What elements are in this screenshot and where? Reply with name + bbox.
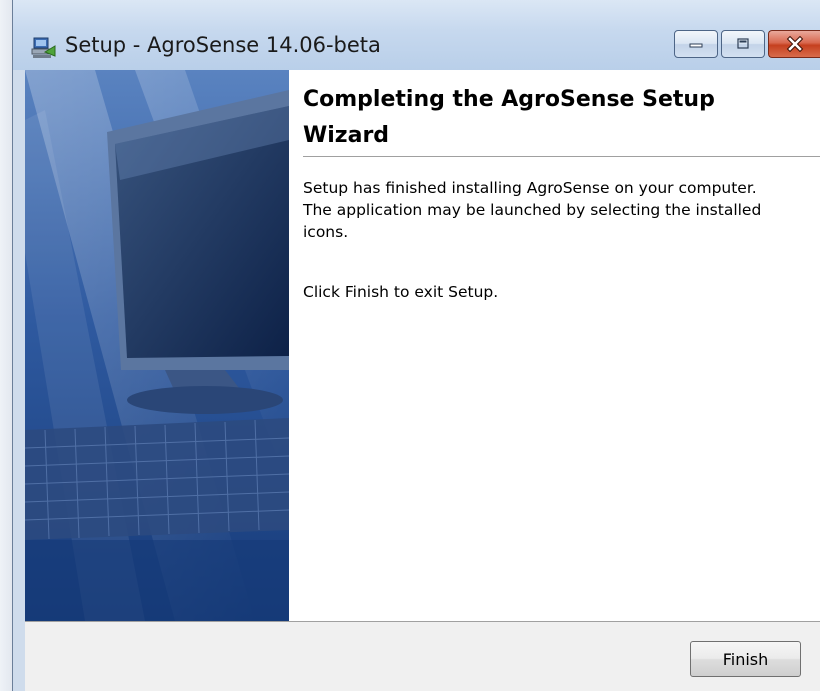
close-button[interactable]: [768, 30, 820, 58]
title-bar[interactable]: Setup - AgroSense 14.06-beta: [13, 0, 820, 70]
wizard-text-pane: Completing the AgroSense Setup Wizard Se…: [289, 70, 820, 621]
window-controls: [671, 30, 820, 58]
finish-button[interactable]: Finish: [690, 641, 801, 677]
close-icon: [786, 36, 804, 52]
minimize-button[interactable]: [674, 30, 718, 58]
heading-divider: [303, 156, 820, 158]
wizard-content: Completing the AgroSense Setup Wizard Se…: [25, 70, 820, 621]
setup-window: Setup - AgroSense 14.06-beta Completing …: [12, 0, 820, 691]
wizard-side-image: [25, 70, 289, 621]
maximize-button[interactable]: [721, 30, 765, 58]
button-bar: Finish: [25, 622, 820, 691]
window-title: Setup - AgroSense 14.06-beta: [65, 33, 381, 57]
maximize-icon: [735, 37, 751, 51]
exit-instruction: Click Finish to exit Setup.: [303, 283, 499, 301]
setup-installer-icon: [31, 36, 57, 60]
wizard-heading: Completing the AgroSense Setup Wizard: [303, 87, 715, 148]
finished-message: Setup has finished installing AgroSense …: [303, 179, 762, 241]
desktop-background-strip: [0, 0, 12, 691]
minimize-icon: [688, 39, 704, 49]
